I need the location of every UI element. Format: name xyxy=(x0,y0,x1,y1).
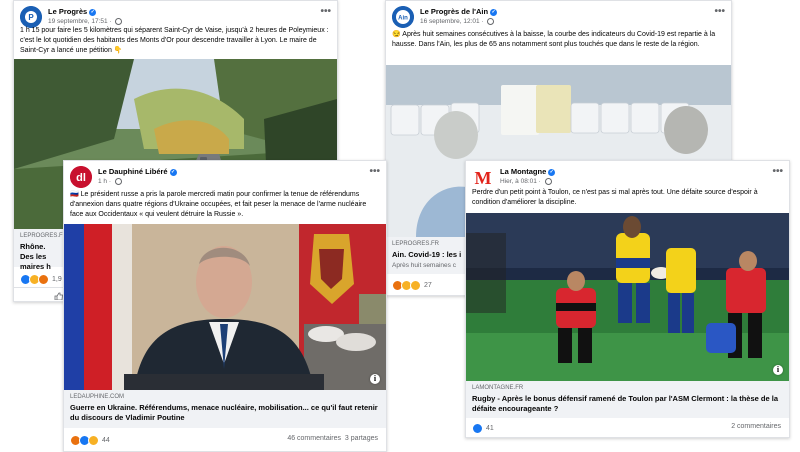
svg-text:M: M xyxy=(475,168,492,188)
globe-icon xyxy=(487,18,495,25)
la-montagne-logo-icon: M xyxy=(472,166,494,188)
post-image-putin[interactable]: i xyxy=(64,224,386,390)
link-title[interactable]: Rugby - Après le bonus défensif ramené d… xyxy=(472,394,781,414)
engagement-stats[interactable]: 46 commentaires 3 partages xyxy=(287,435,378,442)
svg-text:Ain: Ain xyxy=(398,16,408,22)
post-text: 1 h 15 pour faire les 5 kilomètres qui s… xyxy=(20,27,329,54)
comments-count[interactable]: 2 commentaires xyxy=(731,423,781,430)
post-timestamp[interactable]: Hier, à 08:01 · xyxy=(500,178,552,185)
link-preview[interactable]: LEDAUPHINE.COM Guerre en Ukraine. Référe… xyxy=(64,390,386,428)
reaction-summary[interactable]: 27 xyxy=(392,280,432,291)
putin-speech-photo xyxy=(64,224,386,390)
verified-badge-icon: ✓ xyxy=(89,8,97,16)
post-header: dl Le Dauphiné Libéré ✓ 1 h · ••• xyxy=(70,166,380,192)
link-title[interactable]: Guerre en Ukraine. Référendums, menace n… xyxy=(70,403,378,423)
page-name[interactable]: Le Progrès de l'Ain ✓ xyxy=(420,7,498,16)
info-icon[interactable]: i xyxy=(773,365,783,375)
page-name[interactable]: Le Dauphiné Libéré ✓ xyxy=(98,167,177,176)
le-progres-ain-logo-icon: Ain xyxy=(392,6,414,28)
post-timestamp[interactable]: 19 septembre, 17:51 · xyxy=(48,18,123,25)
post-timestamp[interactable]: 1 h · xyxy=(98,178,122,185)
post-text: 😏 Après huit semaines consécutives à la … xyxy=(392,31,716,48)
globe-icon xyxy=(115,18,123,25)
globe-icon xyxy=(544,178,552,185)
more-options-button[interactable]: ••• xyxy=(320,6,331,17)
post-timestamp[interactable]: 16 septembre, 12:01 · xyxy=(420,18,495,25)
reaction-summary[interactable]: 41 xyxy=(472,423,494,434)
le-dauphine-logo-icon: dl xyxy=(70,166,92,188)
verified-badge-icon: ✓ xyxy=(548,168,556,176)
link-title[interactable]: Rhône. Des les maires h xyxy=(20,242,60,272)
page-name[interactable]: La Montagne ✓ xyxy=(500,167,556,176)
like-button-icon[interactable] xyxy=(54,292,63,300)
link-preview[interactable]: LAMONTAGNE.FR Rugby - Après le bonus déf… xyxy=(466,381,789,418)
svg-text:dl: dl xyxy=(76,172,86,184)
like-reaction-icon xyxy=(472,423,483,434)
info-icon[interactable]: i xyxy=(370,374,380,384)
more-options-button[interactable]: ••• xyxy=(369,166,380,177)
post-text: Perdre d'un petit point à Toulon, ce n'e… xyxy=(472,189,758,206)
engagement-stats[interactable]: 2 commentaires xyxy=(731,423,781,430)
more-options-button[interactable]: ••• xyxy=(772,166,783,177)
post-card-le-dauphine: dl Le Dauphiné Libéré ✓ 1 h · ••• 🇷🇺 Le p… xyxy=(63,160,387,452)
reaction-summary[interactable]: 1,9 xyxy=(20,274,62,285)
page-avatar[interactable]: M xyxy=(472,166,494,188)
page-name[interactable]: Le Progrès ✓ xyxy=(48,7,97,16)
post-card-la-montagne: M La Montagne ✓ Hier, à 08:01 · ••• Perdr… xyxy=(465,160,790,438)
link-domain: LEPROGRES.FR xyxy=(20,233,68,239)
svg-text:P: P xyxy=(28,13,34,22)
link-domain: LEPROGRES.FR xyxy=(392,241,440,247)
post-text: 🇷🇺 Le président russe a pris la parole m… xyxy=(70,191,367,218)
sad-reaction-icon xyxy=(88,435,99,446)
post-image-rugby[interactable]: i xyxy=(466,213,789,381)
globe-icon xyxy=(114,178,122,185)
angry-reaction-icon xyxy=(38,274,49,285)
post-header: Ain Le Progrès de l'Ain ✓ 16 septembre, 1… xyxy=(392,6,725,32)
page-avatar[interactable]: dl xyxy=(70,166,92,188)
verified-badge-icon: ✓ xyxy=(490,8,498,16)
page-avatar[interactable]: P xyxy=(20,6,42,28)
shares-count[interactable]: 3 partages xyxy=(345,435,378,442)
sad-reaction-icon xyxy=(410,280,421,291)
link-domain: LAMONTAGNE.FR xyxy=(472,385,524,391)
link-domain: LEDAUPHINE.COM xyxy=(70,394,125,400)
comments-count[interactable]: 46 commentaires xyxy=(287,435,341,442)
le-progres-logo-icon: P xyxy=(20,6,42,28)
link-description: Après huit semaines c xyxy=(392,262,456,269)
reaction-summary[interactable]: 44 xyxy=(70,435,110,446)
more-options-button[interactable]: ••• xyxy=(714,6,725,17)
page-avatar[interactable]: Ain xyxy=(392,6,414,28)
rugby-match-photo xyxy=(466,213,789,381)
verified-badge-icon: ✓ xyxy=(169,168,177,176)
